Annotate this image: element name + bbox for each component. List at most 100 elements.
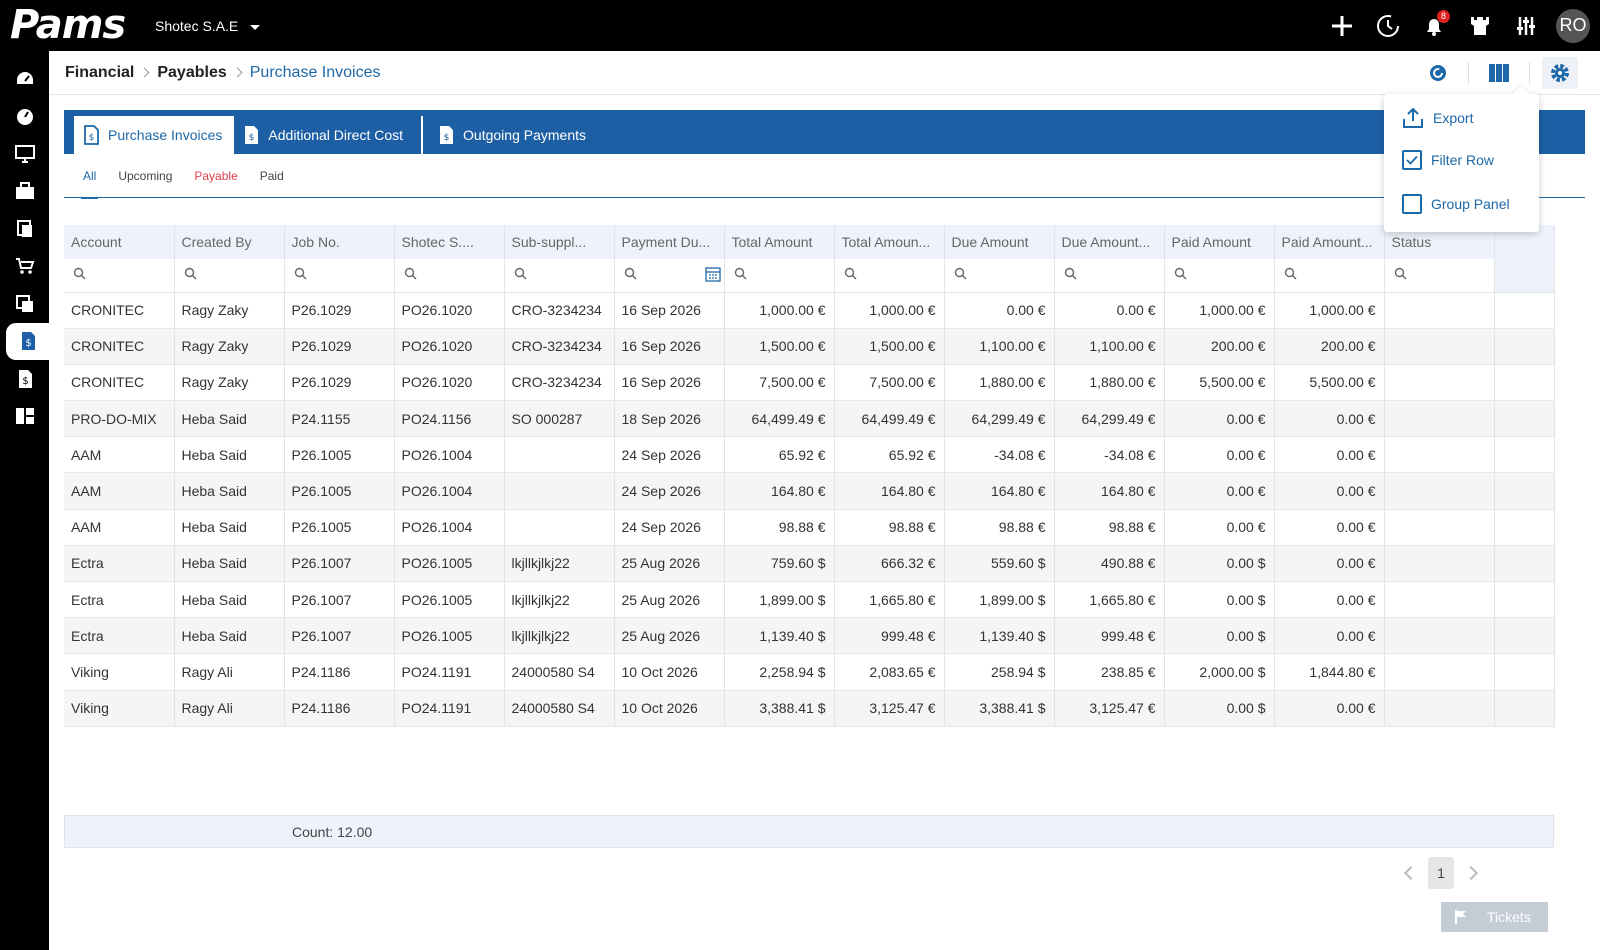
settings-button[interactable]: [1542, 57, 1578, 89]
table-row[interactable]: Ectra Heba Said P26.1007 PO26.1005 lkjllkjlk…: [64, 617, 1555, 655]
filter-cell[interactable]: [1164, 259, 1275, 293]
table-row[interactable]: CRONITEC Ragy Zaky P26.1029 PO26.1020 CRO-32…: [64, 328, 1555, 365]
subtab-paid[interactable]: Paid: [260, 154, 284, 198]
tab-purchase-invoices[interactable]: $ Purchase Invoices: [74, 116, 235, 154]
add-icon[interactable]: [1326, 10, 1358, 42]
checkbox-checked[interactable]: [1402, 150, 1422, 170]
filter-cell[interactable]: [944, 259, 1055, 293]
table-row[interactable]: CRONITEC Ragy Zaky P26.1029 PO26.1020 CRO-32…: [64, 364, 1555, 402]
column-header[interactable]: Sub-suppl...: [504, 225, 615, 259]
tab-additional-direct-cost[interactable]: $ Additional Direct Cost: [234, 116, 415, 154]
column-header[interactable]: Paid Amount: [1164, 225, 1275, 259]
filter-cell[interactable]: [1384, 259, 1495, 293]
table-cell: 0.00 €: [1274, 400, 1385, 438]
sidebar-item-financial[interactable]: $: [6, 322, 49, 360]
table-cell: 1,100.00 €: [1054, 328, 1165, 365]
menu-item-filter-row[interactable]: Filter Row: [1402, 150, 1494, 170]
menu-item-export[interactable]: Export: [1402, 107, 1473, 129]
table-cell: 200.00 €: [1274, 328, 1385, 365]
column-header[interactable]: Account: [64, 225, 175, 259]
table-row[interactable]: Viking Ragy Ali P24.1186 PO24.1191 24000580 …: [64, 653, 1555, 691]
table-row[interactable]: AAM Heba Said P26.1005 PO26.1004 24 Sep 2026…: [64, 509, 1555, 546]
table-cell: PO26.1005: [394, 545, 505, 583]
notifications-bell-icon[interactable]: 8: [1418, 9, 1450, 42]
filter-cell[interactable]: [1274, 259, 1385, 293]
column-header[interactable]: Job No.: [284, 225, 395, 259]
table-cell: 0.00 €: [1274, 581, 1385, 619]
filter-cell[interactable]: [724, 259, 835, 293]
tickets-button[interactable]: Tickets: [1441, 902, 1548, 932]
column-header[interactable]: Total Amoun...: [834, 225, 945, 259]
sidebar-item-documents[interactable]: [0, 210, 49, 248]
sidebar-item-analytics[interactable]: [0, 98, 49, 136]
sidebar-item-purchasing[interactable]: [0, 248, 49, 286]
column-header[interactable]: Payment Du...: [614, 225, 725, 259]
filter-cell[interactable]: [1054, 259, 1165, 293]
filter-cell[interactable]: [174, 259, 285, 293]
svg-text:$: $: [89, 133, 95, 143]
table-row[interactable]: Ectra Heba Said P26.1007 PO26.1005 lkjllkjlk…: [64, 545, 1555, 583]
subtab-payable[interactable]: Payable: [194, 154, 237, 198]
table-row[interactable]: CRONITEC Ragy Zaky P26.1029 PO26.1020 CRO-32…: [64, 292, 1555, 329]
sidebar-item-monitor[interactable]: [0, 135, 49, 173]
sidebar-item-projects[interactable]: [0, 173, 49, 211]
column-chooser-button[interactable]: [1481, 57, 1517, 89]
filter-cell[interactable]: [504, 259, 615, 293]
table-cell: PO26.1005: [394, 617, 505, 655]
sidebar-item-reports[interactable]: [0, 398, 49, 436]
table-cell: 164.80 €: [1054, 472, 1165, 510]
filter-cell[interactable]: [614, 259, 725, 293]
sidebar-item-inventory[interactable]: [0, 285, 49, 323]
table-cell: lkjllkjlkj22: [504, 617, 615, 655]
refresh-button[interactable]: [1420, 57, 1456, 89]
table-row[interactable]: Ectra Heba Said P26.1007 PO26.1005 lkjllkjlk…: [64, 581, 1555, 619]
filter-cell[interactable]: [834, 259, 945, 293]
checkbox-unchecked[interactable]: [1402, 194, 1422, 214]
column-header[interactable]: Created By: [174, 225, 285, 259]
column-header[interactable]: Due Amount: [944, 225, 1055, 259]
svg-text:$: $: [249, 133, 255, 143]
app-logo[interactable]: Pams: [10, 0, 140, 51]
user-avatar[interactable]: RO: [1556, 8, 1590, 43]
table-cell: 98.88 €: [834, 509, 945, 546]
page-number[interactable]: 1: [1428, 857, 1454, 889]
breadcrumb-financial[interactable]: Financial: [65, 64, 134, 82]
subtab-upcoming[interactable]: Upcoming: [118, 154, 172, 198]
company-name: Shotec S.A.E: [155, 17, 239, 34]
table-cell: 10 Oct 2026: [614, 690, 725, 727]
breadcrumb-payables[interactable]: Payables: [157, 64, 226, 82]
sidebar-item-dashboard[interactable]: [0, 60, 49, 98]
column-header[interactable]: Due Amount...: [1054, 225, 1165, 259]
table-cell: 1,100.00 €: [944, 328, 1055, 365]
table-cell: 65.92 €: [834, 436, 945, 474]
column-header[interactable]: Shotec S....: [394, 225, 505, 259]
table-row[interactable]: Viking Ragy Ali P24.1186 PO24.1191 24000580 …: [64, 690, 1555, 727]
grid-header-row: Account Created By Job No. Shotec S.... Sub-…: [64, 225, 1555, 259]
tab-outgoing-payments[interactable]: $ Outgoing Payments: [429, 116, 598, 154]
chevron-right-icon: [232, 67, 243, 78]
calendar-icon[interactable]: [704, 266, 721, 285]
table-row[interactable]: PRO-DO-MIX Heba Said P24.1155 PO24.1156 SO 0…: [64, 400, 1555, 438]
table-cell: 0.00 $: [1164, 545, 1275, 583]
filter-cell[interactable]: [64, 259, 175, 293]
table-cell: PRO-DO-MIX: [64, 400, 175, 438]
table-cell: 1,899.00 $: [944, 581, 1055, 619]
table-cell: 1,665.80 €: [834, 581, 945, 619]
gear-icon: [1551, 64, 1569, 82]
castle-icon[interactable]: [1464, 10, 1496, 42]
sidebar-item-billing[interactable]: $: [0, 360, 49, 398]
column-header[interactable]: Total Amount: [724, 225, 835, 259]
company-selector[interactable]: Shotec S.A.E: [155, 17, 261, 34]
history-icon[interactable]: [1372, 10, 1404, 42]
table-row[interactable]: AAM Heba Said P26.1005 PO26.1004 24 Sep 2026…: [64, 472, 1555, 510]
subtab-all[interactable]: All: [80, 154, 99, 199]
filter-cell[interactable]: [284, 259, 395, 293]
svg-text:$: $: [22, 376, 28, 387]
filter-cell[interactable]: [394, 259, 505, 293]
column-header[interactable]: Paid Amount...: [1274, 225, 1385, 259]
previous-page-icon[interactable]: [1403, 865, 1419, 881]
sliders-icon[interactable]: [1510, 10, 1542, 42]
next-page-icon[interactable]: [1463, 865, 1479, 881]
menu-item-group-panel[interactable]: Group Panel: [1402, 194, 1510, 214]
table-row[interactable]: AAM Heba Said P26.1005 PO26.1004 24 Sep 2026…: [64, 436, 1555, 474]
